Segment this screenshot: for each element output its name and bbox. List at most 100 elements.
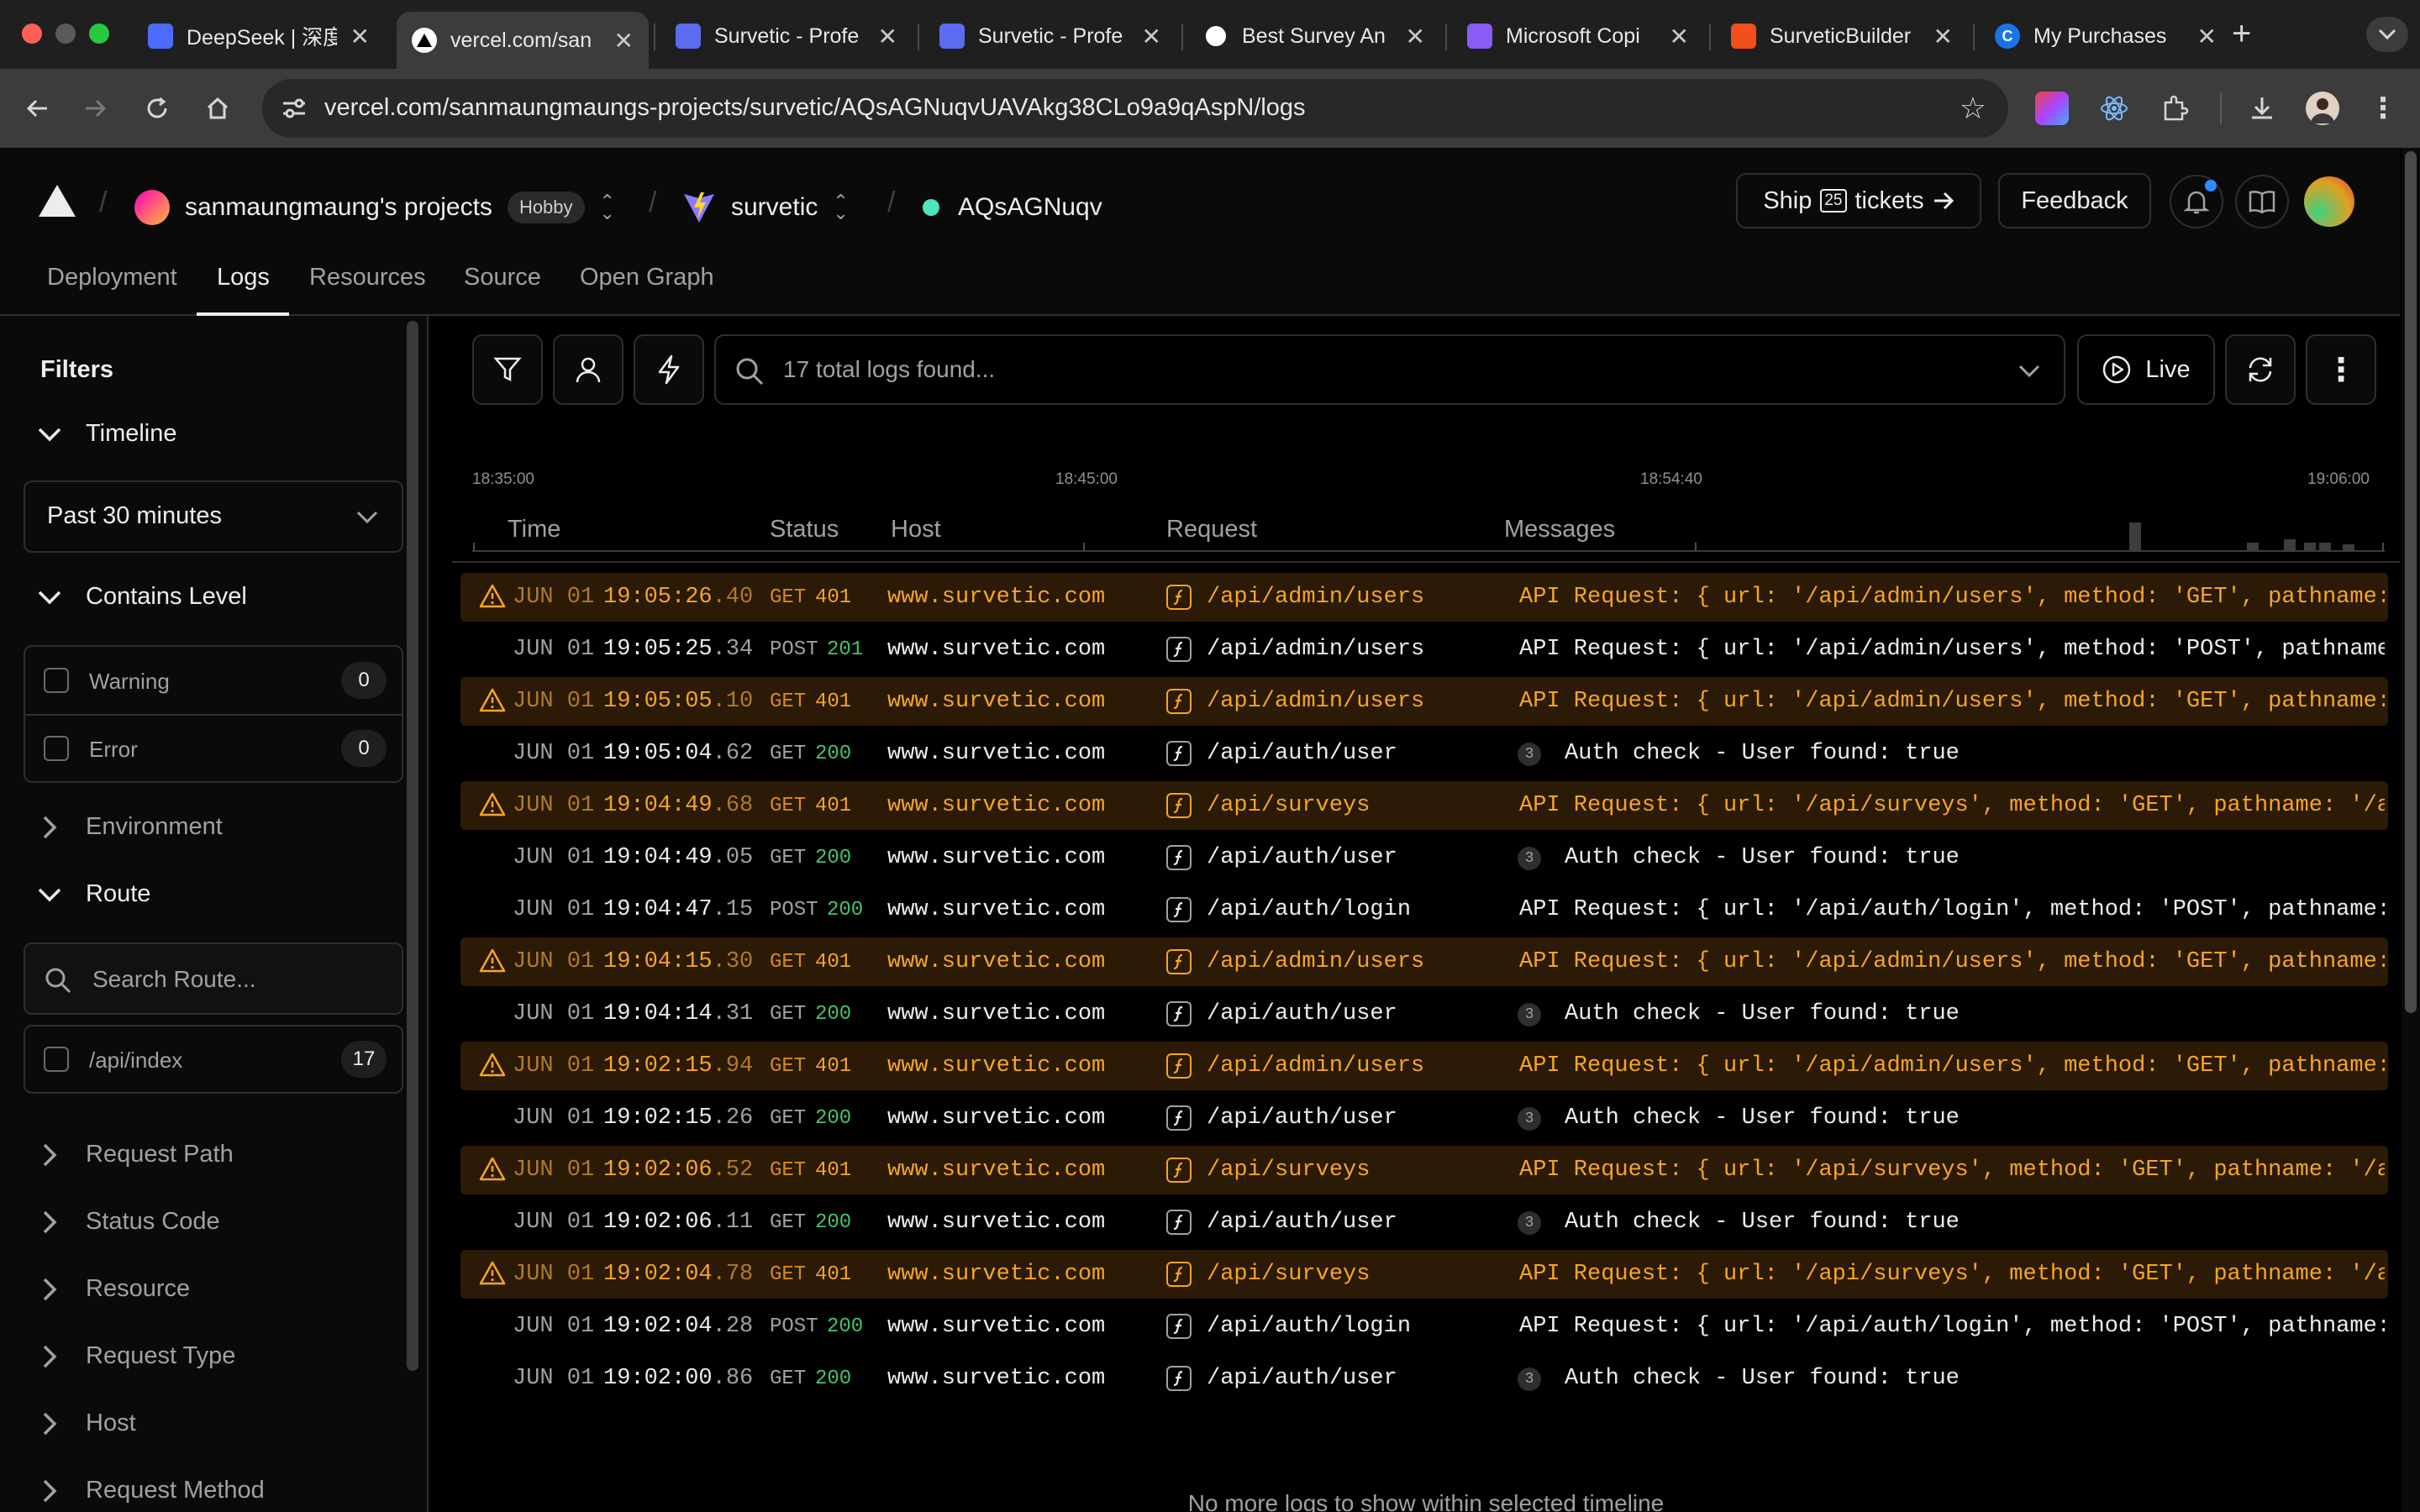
browser-tab[interactable]: C My Purchases ✕ xyxy=(1980,12,2232,60)
log-row[interactable]: JUN 01 19:05:26.40 GET 401 www.survetic.com /… xyxy=(460,573,2388,622)
log-row[interactable]: JUN 01 19:02:15.26 GET 200 www.survetic.com /… xyxy=(460,1094,2388,1142)
live-button[interactable]: Live xyxy=(2077,334,2215,405)
browser-tab[interactable]: SurveticBuilder ✕ xyxy=(1716,12,1968,60)
browser-tab[interactable]: vercel.com/san ✕ xyxy=(397,12,649,69)
downloads-icon[interactable] xyxy=(2245,92,2279,125)
histogram-bar[interactable] xyxy=(2319,543,2331,551)
filter-section-host[interactable]: Host xyxy=(37,1410,136,1437)
minimize-window-button[interactable] xyxy=(55,24,76,44)
user-avatar[interactable] xyxy=(2304,176,2354,227)
close-tab-icon[interactable]: ✕ xyxy=(878,23,897,50)
extension-palette-icon[interactable] xyxy=(2035,92,2069,125)
browser-tab[interactable]: Microsoft Copi ✕ xyxy=(1452,12,1704,60)
filter-section-status-code[interactable]: Status Code xyxy=(37,1208,220,1236)
extensions-puzzle-icon[interactable] xyxy=(2158,92,2191,125)
warning-checkbox[interactable] xyxy=(44,668,69,693)
close-tab-icon[interactable]: ✕ xyxy=(1933,23,1953,50)
log-row[interactable]: JUN 01 19:02:00.86 GET 200 www.survetic.com /… xyxy=(460,1354,2388,1403)
timeline-select[interactable]: Past 30 minutes xyxy=(24,480,403,553)
error-checkbox[interactable] xyxy=(44,736,69,761)
bookmark-star-icon[interactable]: ☆ xyxy=(1960,91,1986,126)
log-row[interactable]: JUN 01 19:05:25.34 POST 201 www.survetic.com… xyxy=(460,625,2388,674)
extension-react-icon[interactable] xyxy=(2097,92,2131,125)
ship-tickets-button[interactable]: Ship 25 tickets xyxy=(1736,173,1981,228)
histogram-bar[interactable] xyxy=(2284,539,2296,551)
browser-tab[interactable]: Survetic - Profe ✕ xyxy=(924,12,1176,60)
log-row[interactable]: JUN 01 19:04:15.30 GET 401 www.survetic.com /… xyxy=(460,937,2388,986)
filter-section-request-method[interactable]: Request Method xyxy=(37,1477,265,1504)
back-button[interactable] xyxy=(18,89,57,128)
docs-button[interactable] xyxy=(2235,175,2289,228)
scrollbar-thumb[interactable] xyxy=(2405,151,2417,1013)
user-filter-button[interactable] xyxy=(553,334,623,405)
histogram-bar[interactable] xyxy=(2129,522,2141,551)
tab-logs[interactable]: Logs xyxy=(217,264,270,291)
column-time[interactable]: Time xyxy=(508,516,560,543)
tab-resources[interactable]: Resources xyxy=(309,264,426,291)
address-bar[interactable]: vercel.com/sanmaungmaungs-projects/surve… xyxy=(262,79,2008,138)
tab-deployment[interactable]: Deployment xyxy=(47,264,177,291)
log-row[interactable]: JUN 01 19:02:06.11 GET 200 www.survetic.com /… xyxy=(460,1198,2388,1247)
forward-button[interactable] xyxy=(76,89,114,128)
environment-section-toggle[interactable]: Environment xyxy=(37,813,223,841)
close-tab-icon[interactable]: ✕ xyxy=(1142,23,1161,50)
vercel-logo-icon[interactable] xyxy=(39,185,76,217)
column-messages[interactable]: Messages xyxy=(1504,516,1615,543)
browser-tab[interactable]: Best Survey An ✕ xyxy=(1188,12,1440,60)
log-row[interactable]: JUN 01 19:02:04.78 GET 401 www.survetic.com /… xyxy=(460,1250,2388,1299)
filter-section-resource[interactable]: Resource xyxy=(37,1275,190,1303)
timeline-section-toggle[interactable]: Timeline xyxy=(37,420,177,448)
project-switcher[interactable]: survetic ⌃ ⌄ xyxy=(682,188,849,227)
histogram-bar[interactable] xyxy=(2247,543,2259,551)
filter-button[interactable] xyxy=(472,334,543,405)
logs-histogram[interactable] xyxy=(472,408,2402,576)
team-switcher[interactable]: sanmaungmaung's projects Hobby ⌃ ⌄ xyxy=(134,188,615,227)
close-tab-icon[interactable]: ✕ xyxy=(614,27,634,55)
column-status[interactable]: Status xyxy=(770,516,839,543)
refresh-button[interactable] xyxy=(2225,334,2296,405)
new-tab-button[interactable]: + xyxy=(2232,15,2251,53)
page-scrollbar[interactable] xyxy=(2402,148,2420,1512)
logs-search-input[interactable]: 17 total logs found... xyxy=(714,334,2065,405)
filter-section-request-path[interactable]: Request Path xyxy=(37,1141,234,1168)
level-option-warning[interactable]: Warning 0 xyxy=(25,647,402,714)
log-row[interactable]: JUN 01 19:05:05.10 GET 401 www.survetic.com /… xyxy=(460,677,2388,726)
reload-button[interactable] xyxy=(138,89,176,128)
maximize-window-button[interactable] xyxy=(89,24,109,44)
close-tab-icon[interactable]: ✕ xyxy=(350,23,370,50)
histogram-bar[interactable] xyxy=(2343,544,2354,551)
deployment-crumb[interactable]: AQsAGNuqv xyxy=(923,188,1102,227)
browser-tab[interactable]: DeepSeek | 深度 ✕ xyxy=(133,12,385,60)
more-options-button[interactable]: ⋮ xyxy=(2306,334,2376,405)
close-tab-icon[interactable]: ✕ xyxy=(1406,23,1425,50)
route-section-toggle[interactable]: Route xyxy=(37,880,150,908)
log-row[interactable]: JUN 01 19:04:47.15 POST 200 www.survetic.com… xyxy=(460,885,2388,934)
histogram-bar[interactable] xyxy=(2304,543,2316,551)
close-tab-icon[interactable]: ✕ xyxy=(2197,23,2217,50)
site-settings-icon[interactable] xyxy=(281,96,308,121)
column-host[interactable]: Host xyxy=(891,516,941,543)
log-row[interactable]: JUN 01 19:02:15.94 GET 401 www.survetic.com /… xyxy=(460,1042,2388,1090)
close-tab-icon[interactable]: ✕ xyxy=(1670,23,1689,50)
home-button[interactable] xyxy=(198,89,237,128)
browser-tab[interactable]: Survetic - Profe ✕ xyxy=(660,12,913,60)
log-row[interactable]: JUN 01 19:04:49.05 GET 200 www.survetic.com /… xyxy=(460,833,2388,882)
log-row[interactable]: JUN 01 19:04:49.68 GET 401 www.survetic.com /… xyxy=(460,781,2388,830)
log-row[interactable]: JUN 01 19:02:04.28 POST 200 www.survetic.com… xyxy=(460,1302,2388,1351)
contains-level-section-toggle[interactable]: Contains Level xyxy=(37,583,247,611)
level-option-error[interactable]: Error 0 xyxy=(25,716,402,783)
tab-search-button[interactable] xyxy=(2366,17,2408,52)
function-filter-button[interactable] xyxy=(634,334,704,405)
tab-source[interactable]: Source xyxy=(464,264,541,291)
browser-menu-icon[interactable]: ⋮ xyxy=(2366,92,2400,125)
log-row[interactable]: JUN 01 19:02:06.52 GET 401 www.survetic.com /… xyxy=(460,1146,2388,1194)
log-row[interactable]: JUN 01 19:04:14.31 GET 200 www.survetic.com /… xyxy=(460,990,2388,1038)
chevron-down-icon[interactable] xyxy=(2018,365,2040,378)
route-option-api-index[interactable]: /api/index 17 xyxy=(24,1025,403,1094)
column-request[interactable]: Request xyxy=(1166,516,1257,543)
route-checkbox[interactable] xyxy=(44,1047,69,1072)
route-search-input[interactable]: Search Route... xyxy=(24,942,403,1015)
tab-open-graph[interactable]: Open Graph xyxy=(580,264,714,291)
profile-avatar[interactable] xyxy=(2306,92,2339,125)
notifications-button[interactable] xyxy=(2170,175,2223,228)
